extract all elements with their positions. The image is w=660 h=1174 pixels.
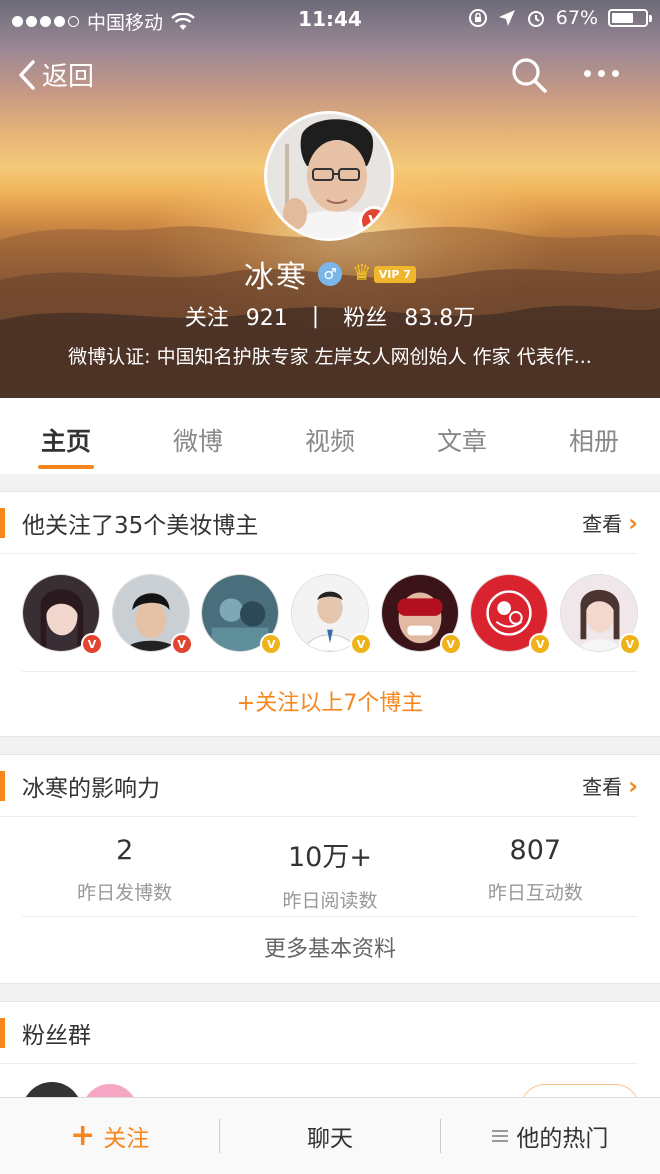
- more-info-link[interactable]: 更多基本资料: [0, 917, 660, 983]
- battery-fill: [612, 13, 634, 23]
- battery-icon: [608, 9, 652, 27]
- vip-badge[interactable]: ♛ VIP 7: [352, 263, 416, 285]
- blogger-avatar[interactable]: V: [201, 574, 283, 655]
- follow-stats: 关注 921 | 粉丝 83.8万: [0, 300, 660, 332]
- view-more-link[interactable]: 查看 ›: [582, 771, 638, 800]
- beauty-bloggers-card: 他关注了35个美妆博主 查看 › V V V V V V V +关注以上7个博主: [0, 491, 660, 737]
- user-name: 冰寒: [244, 260, 309, 295]
- stat-value: 2: [116, 835, 134, 866]
- blogger-avatar[interactable]: V: [22, 574, 103, 655]
- fans-label: 粉丝: [343, 306, 388, 331]
- profile-tabs: 主页 微博 视频 文章 相册: [0, 398, 660, 474]
- influence-stats: 2 昨日发博数 10万+ 昨日阅读数 807 昨日互动数: [22, 817, 638, 917]
- blogger-avatar[interactable]: V: [470, 574, 552, 655]
- status-bar: 中国移动 11:44 67%: [0, 0, 660, 38]
- back-button[interactable]: 返回: [18, 56, 94, 93]
- view-more-label: 查看: [582, 775, 623, 799]
- bottom-action-bar: + 关注 聊天 他的热门: [0, 1097, 660, 1174]
- hot-label: 他的热门: [516, 1126, 609, 1152]
- card-title: 他关注了35个美妆博主: [22, 512, 259, 539]
- stat-label: 昨日阅读数: [282, 890, 378, 912]
- view-more-label: 查看: [582, 512, 623, 536]
- rotation-lock-icon: [468, 9, 487, 27]
- tab-weibo[interactable]: 微博: [132, 398, 264, 474]
- blogger-avatar[interactable]: V: [111, 574, 193, 655]
- verified-badge-icon: V: [359, 206, 389, 236]
- profile-cover: 中国移动 11:44 67% 返回 V 冰寒 ♂ ♛ VIP 7 关注 921 …: [0, 0, 660, 398]
- alarm-icon: [527, 11, 544, 27]
- verified-badge-icon: V: [260, 633, 283, 655]
- card-header: 粉丝群: [0, 1002, 638, 1064]
- following-count: 921: [245, 306, 288, 331]
- hot-posts-button[interactable]: 他的热门: [441, 1119, 660, 1153]
- avatar[interactable]: V: [264, 111, 394, 241]
- list-icon: [492, 1130, 509, 1142]
- stat-posts-yesterday[interactable]: 2 昨日发博数: [22, 835, 227, 916]
- chevron-right-icon: ›: [628, 771, 638, 800]
- chat-button[interactable]: 聊天: [220, 1119, 439, 1153]
- verified-badge-icon: V: [618, 633, 641, 655]
- blogger-avatar[interactable]: V: [380, 574, 462, 655]
- name-row: 冰寒 ♂ ♛ VIP 7: [0, 252, 660, 296]
- card-header: 他关注了35个美妆博主 查看 ›: [0, 492, 638, 554]
- fans-count: 83.8万: [404, 306, 476, 331]
- tab-home[interactable]: 主页: [0, 398, 132, 474]
- stat-value: 10万+: [288, 842, 372, 873]
- stats-separator: |: [311, 303, 320, 329]
- location-arrow-icon: [498, 10, 515, 26]
- following-link[interactable]: 关注 921: [185, 300, 288, 332]
- chevron-left-icon: [19, 59, 35, 90]
- tab-album[interactable]: 相册: [528, 398, 660, 474]
- fans-group-card: 粉丝群: [0, 1001, 660, 1111]
- follow-label: 关注: [103, 1126, 150, 1152]
- influence-card: 冰寒的影响力 查看 › 2 昨日发博数 10万+ 昨日阅读数 807 昨日互动数…: [0, 754, 660, 984]
- follow-button[interactable]: + 关注: [0, 1119, 219, 1153]
- chat-label: 聊天: [306, 1126, 353, 1152]
- card-title: 冰寒的影响力: [22, 775, 160, 802]
- verification-text: 微博认证: 中国知名护肤专家 左岸女人网创始人 作家 代表作...: [68, 346, 592, 368]
- tab-articles[interactable]: 文章: [396, 398, 528, 474]
- plus-icon: +: [70, 1118, 96, 1153]
- verified-badge-icon: V: [349, 633, 372, 655]
- status-right: 67%: [468, 7, 652, 29]
- male-gender-icon: ♂: [318, 262, 343, 286]
- tab-video[interactable]: 视频: [264, 398, 396, 474]
- verified-badge-icon: V: [170, 633, 193, 655]
- card-title: 粉丝群: [22, 1022, 91, 1049]
- fans-link[interactable]: 粉丝 83.8万: [343, 300, 475, 332]
- follow-all-bloggers-button[interactable]: +关注以上7个博主: [0, 672, 660, 736]
- search-icon[interactable]: [510, 56, 548, 94]
- battery-percent: 67%: [555, 7, 598, 29]
- stat-reads-yesterday[interactable]: 10万+ 昨日阅读数: [227, 835, 432, 916]
- chevron-right-icon: ›: [628, 508, 638, 537]
- verified-badge-icon: V: [439, 633, 462, 655]
- card-header: 冰寒的影响力 查看 ›: [0, 755, 638, 817]
- blogger-avatars: V V V V V V V: [22, 554, 641, 672]
- stat-value: 807: [509, 835, 562, 866]
- blogger-avatar[interactable]: V: [290, 574, 372, 655]
- blogger-avatar[interactable]: V: [559, 574, 641, 655]
- verified-badge-icon: V: [81, 633, 103, 655]
- following-label: 关注: [184, 306, 229, 331]
- stat-label: 昨日互动数: [487, 882, 583, 904]
- vip-level: VIP 7: [373, 265, 416, 283]
- crown-icon: ♛: [352, 261, 372, 286]
- verified-badge-icon: V: [529, 633, 552, 655]
- view-more-link[interactable]: 查看 ›: [582, 508, 638, 537]
- back-label: 返回: [42, 62, 95, 92]
- stat-interactions-yesterday[interactable]: 807 昨日互动数: [433, 835, 638, 916]
- more-options-icon[interactable]: [584, 70, 619, 77]
- stat-label: 昨日发博数: [77, 882, 173, 904]
